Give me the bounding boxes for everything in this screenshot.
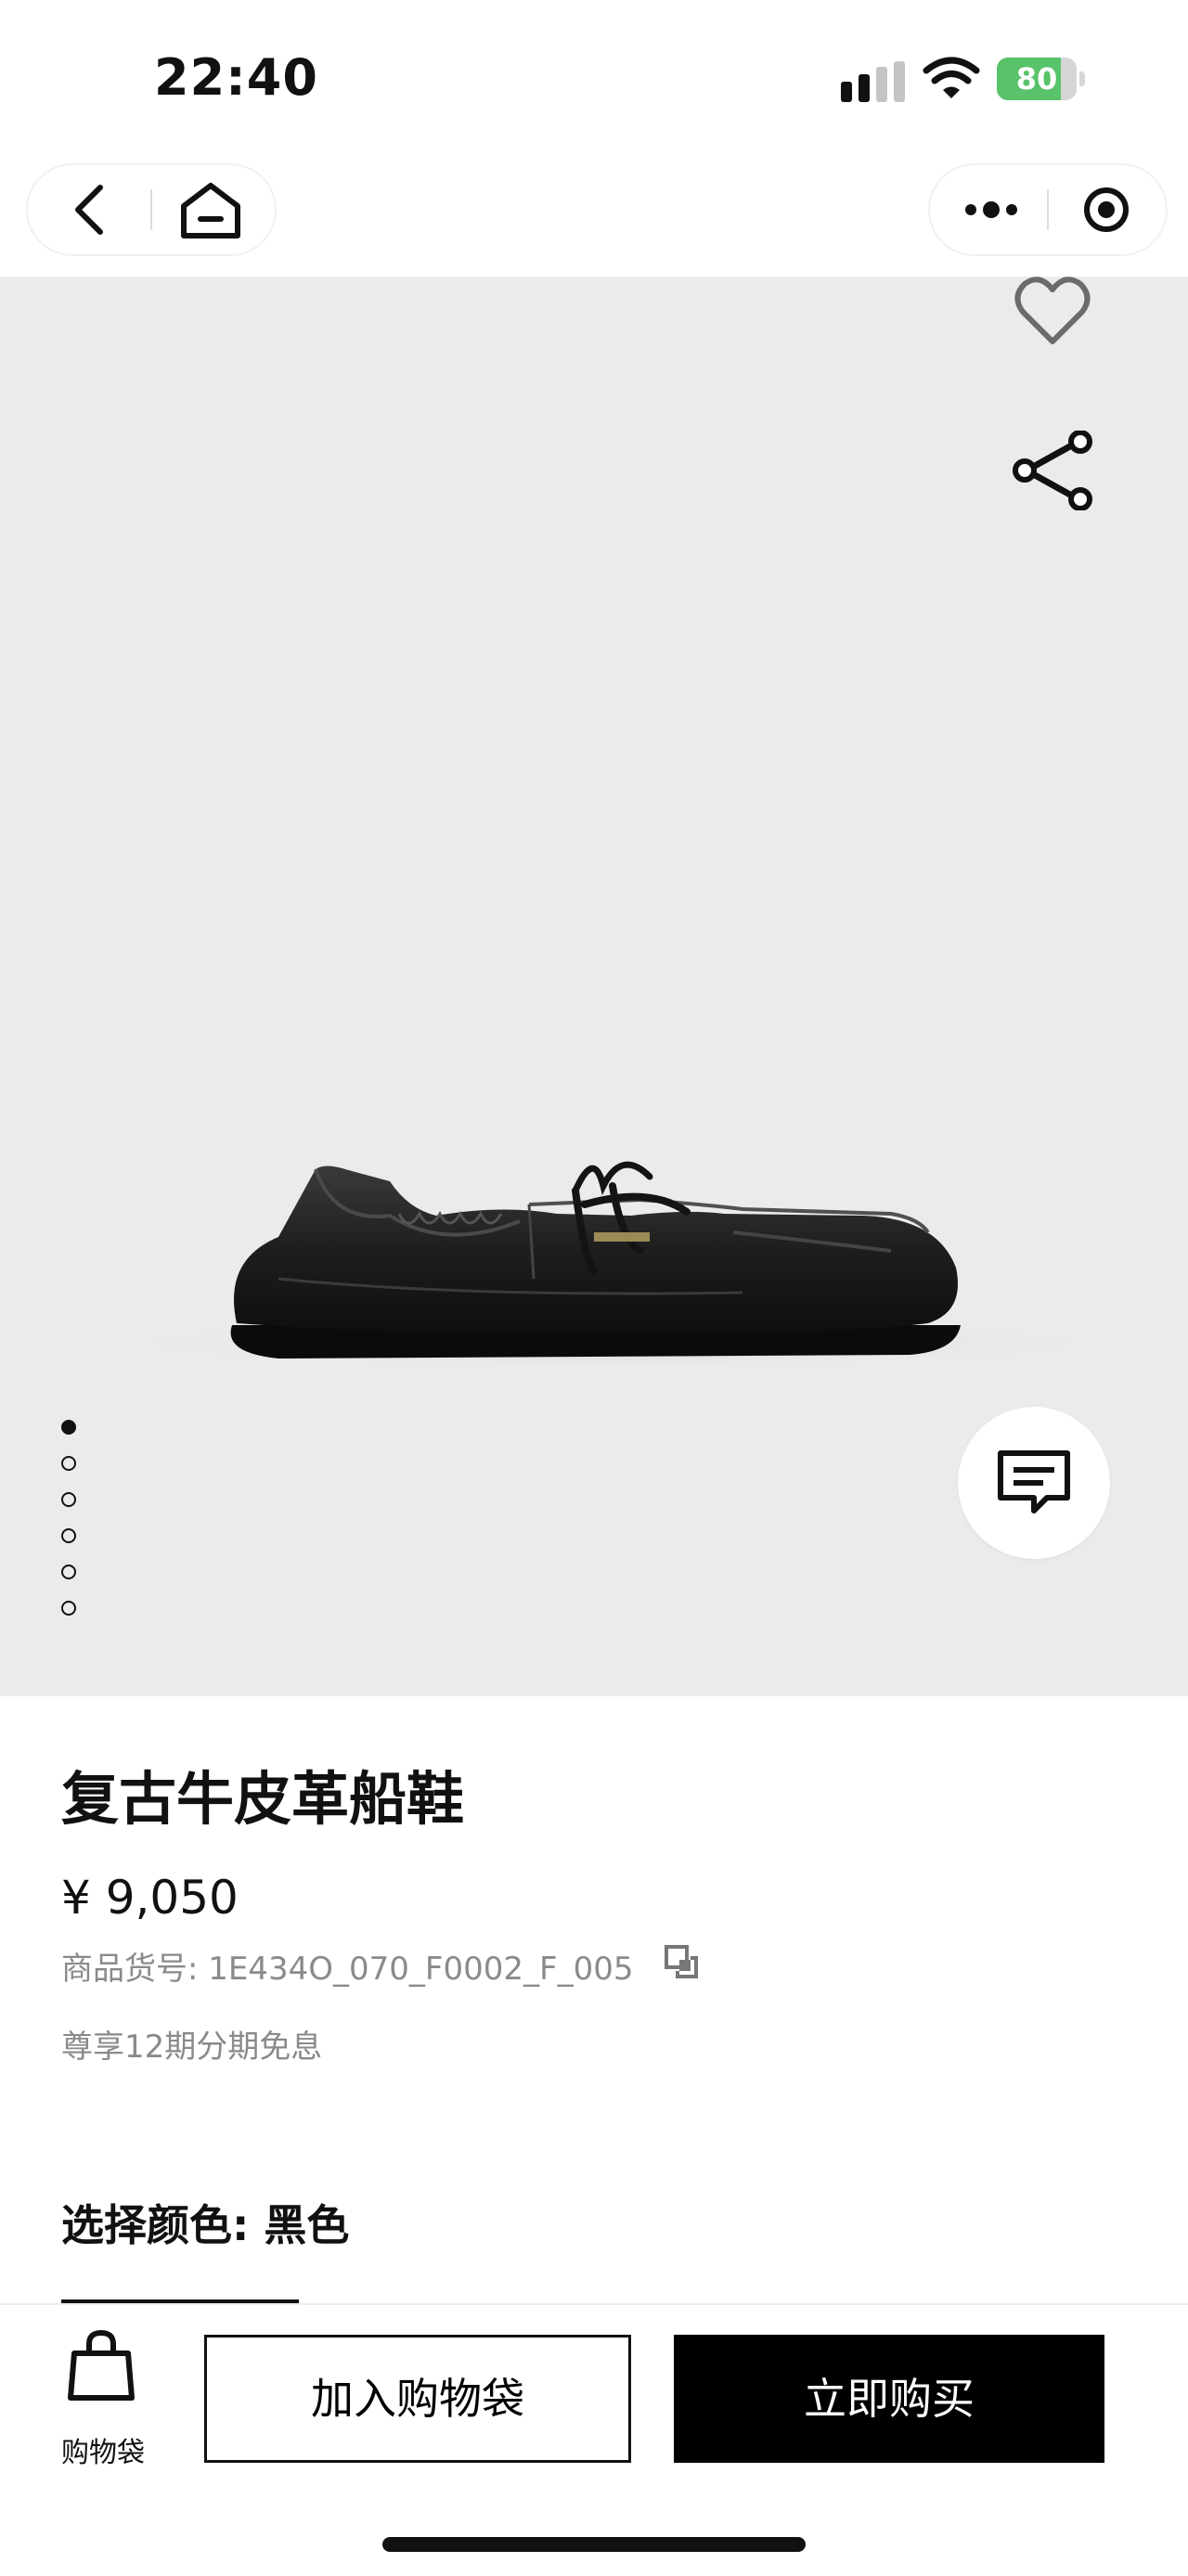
share-icon[interactable] xyxy=(1012,431,1095,510)
battery-percentage: 80 xyxy=(1015,61,1058,97)
more-icon[interactable] xyxy=(963,199,1019,221)
gallery-dot[interactable] xyxy=(61,1528,76,1543)
wifi-icon xyxy=(923,57,980,98)
gallery-dot[interactable] xyxy=(61,1492,76,1507)
gallery-dot[interactable] xyxy=(61,1565,76,1579)
product-sku: 商品货号: 1E434O_070_F0002_F_005 xyxy=(61,1951,634,1988)
shopping-bag-label: 购物袋 xyxy=(61,2437,145,2469)
status-time: 22:40 xyxy=(154,48,318,107)
shopping-bag-icon xyxy=(68,2329,135,2401)
back-icon[interactable] xyxy=(72,184,104,236)
cellular-signal-icon xyxy=(841,61,905,102)
heart-icon[interactable] xyxy=(1014,275,1091,349)
nav-capsule-right xyxy=(930,165,1166,254)
battery-indicator: 80 xyxy=(997,58,1086,100)
target-icon[interactable] xyxy=(1082,186,1130,234)
home-indicator xyxy=(382,2537,806,2552)
chat-icon xyxy=(998,1450,1070,1513)
gallery-dot[interactable] xyxy=(61,1456,76,1471)
color-selector-label: 选择颜色: 黑色 xyxy=(61,2200,350,2250)
buy-now-button[interactable]: 立即购买 xyxy=(674,2335,1104,2463)
installment-note: 尊享12期分期免息 xyxy=(61,2029,323,2066)
gallery-dot[interactable] xyxy=(61,1420,76,1435)
copy-icon[interactable] xyxy=(665,1945,698,1978)
add-to-bag-button[interactable]: 加入购物袋 xyxy=(204,2335,631,2463)
product-price: ¥ 9,050 xyxy=(61,1871,239,1925)
nav-capsule-left xyxy=(28,165,275,254)
gallery-dot[interactable] xyxy=(61,1601,76,1616)
chat-button[interactable] xyxy=(958,1407,1110,1559)
product-title: 复古牛皮革船鞋 xyxy=(61,1765,465,1833)
home-icon[interactable] xyxy=(178,182,243,239)
